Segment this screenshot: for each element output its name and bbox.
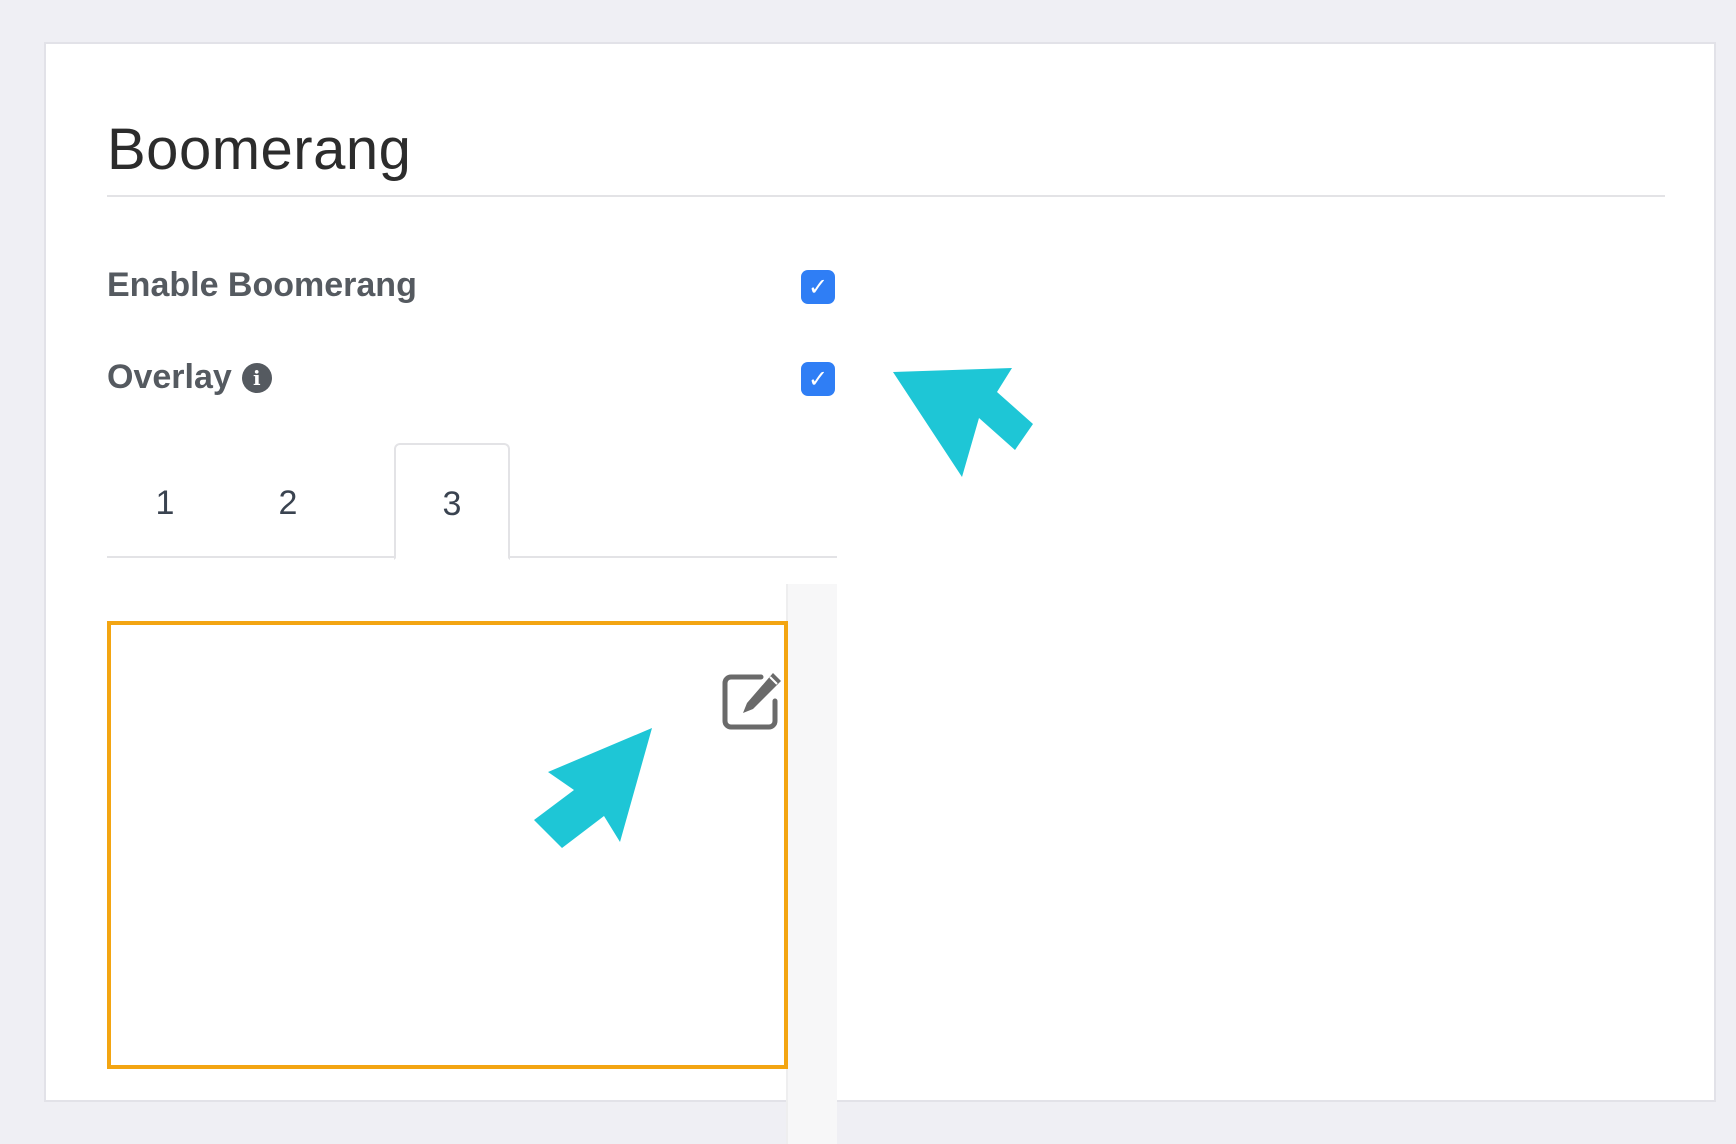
checkmark-icon: ✓ [807,365,829,393]
overlay-label-text: Overlay [107,358,232,396]
tab-1[interactable]: 1 [107,443,223,558]
enable-boomerang-label: Enable Boomerang [107,266,417,305]
overlay-label: Overlay i [107,358,272,397]
tab-3[interactable]: 3 [394,443,510,560]
annotation-arrow-icon [893,368,1033,477]
slide-preview[interactable] [107,621,788,1069]
checkmark-icon: ✓ [807,273,829,301]
tab-2[interactable]: 2 [230,443,346,558]
settings-panel: Boomerang Enable Boomerang ✓ Overlay i ✓… [44,42,1716,1144]
slide-scroll-strip [786,584,837,1144]
edit-pencil-icon[interactable] [721,669,785,731]
enable-boomerang-label-text: Enable Boomerang [107,266,417,304]
overlay-checkbox[interactable]: ✓ [801,362,835,396]
enable-boomerang-checkbox[interactable]: ✓ [801,270,835,304]
info-circle-icon[interactable]: i [241,362,272,393]
slide-tabs: 1 2 3 [107,443,837,560]
title-divider [107,195,1665,197]
annotation-arrow-icon [534,728,652,848]
section-title: Boomerang [107,117,412,182]
